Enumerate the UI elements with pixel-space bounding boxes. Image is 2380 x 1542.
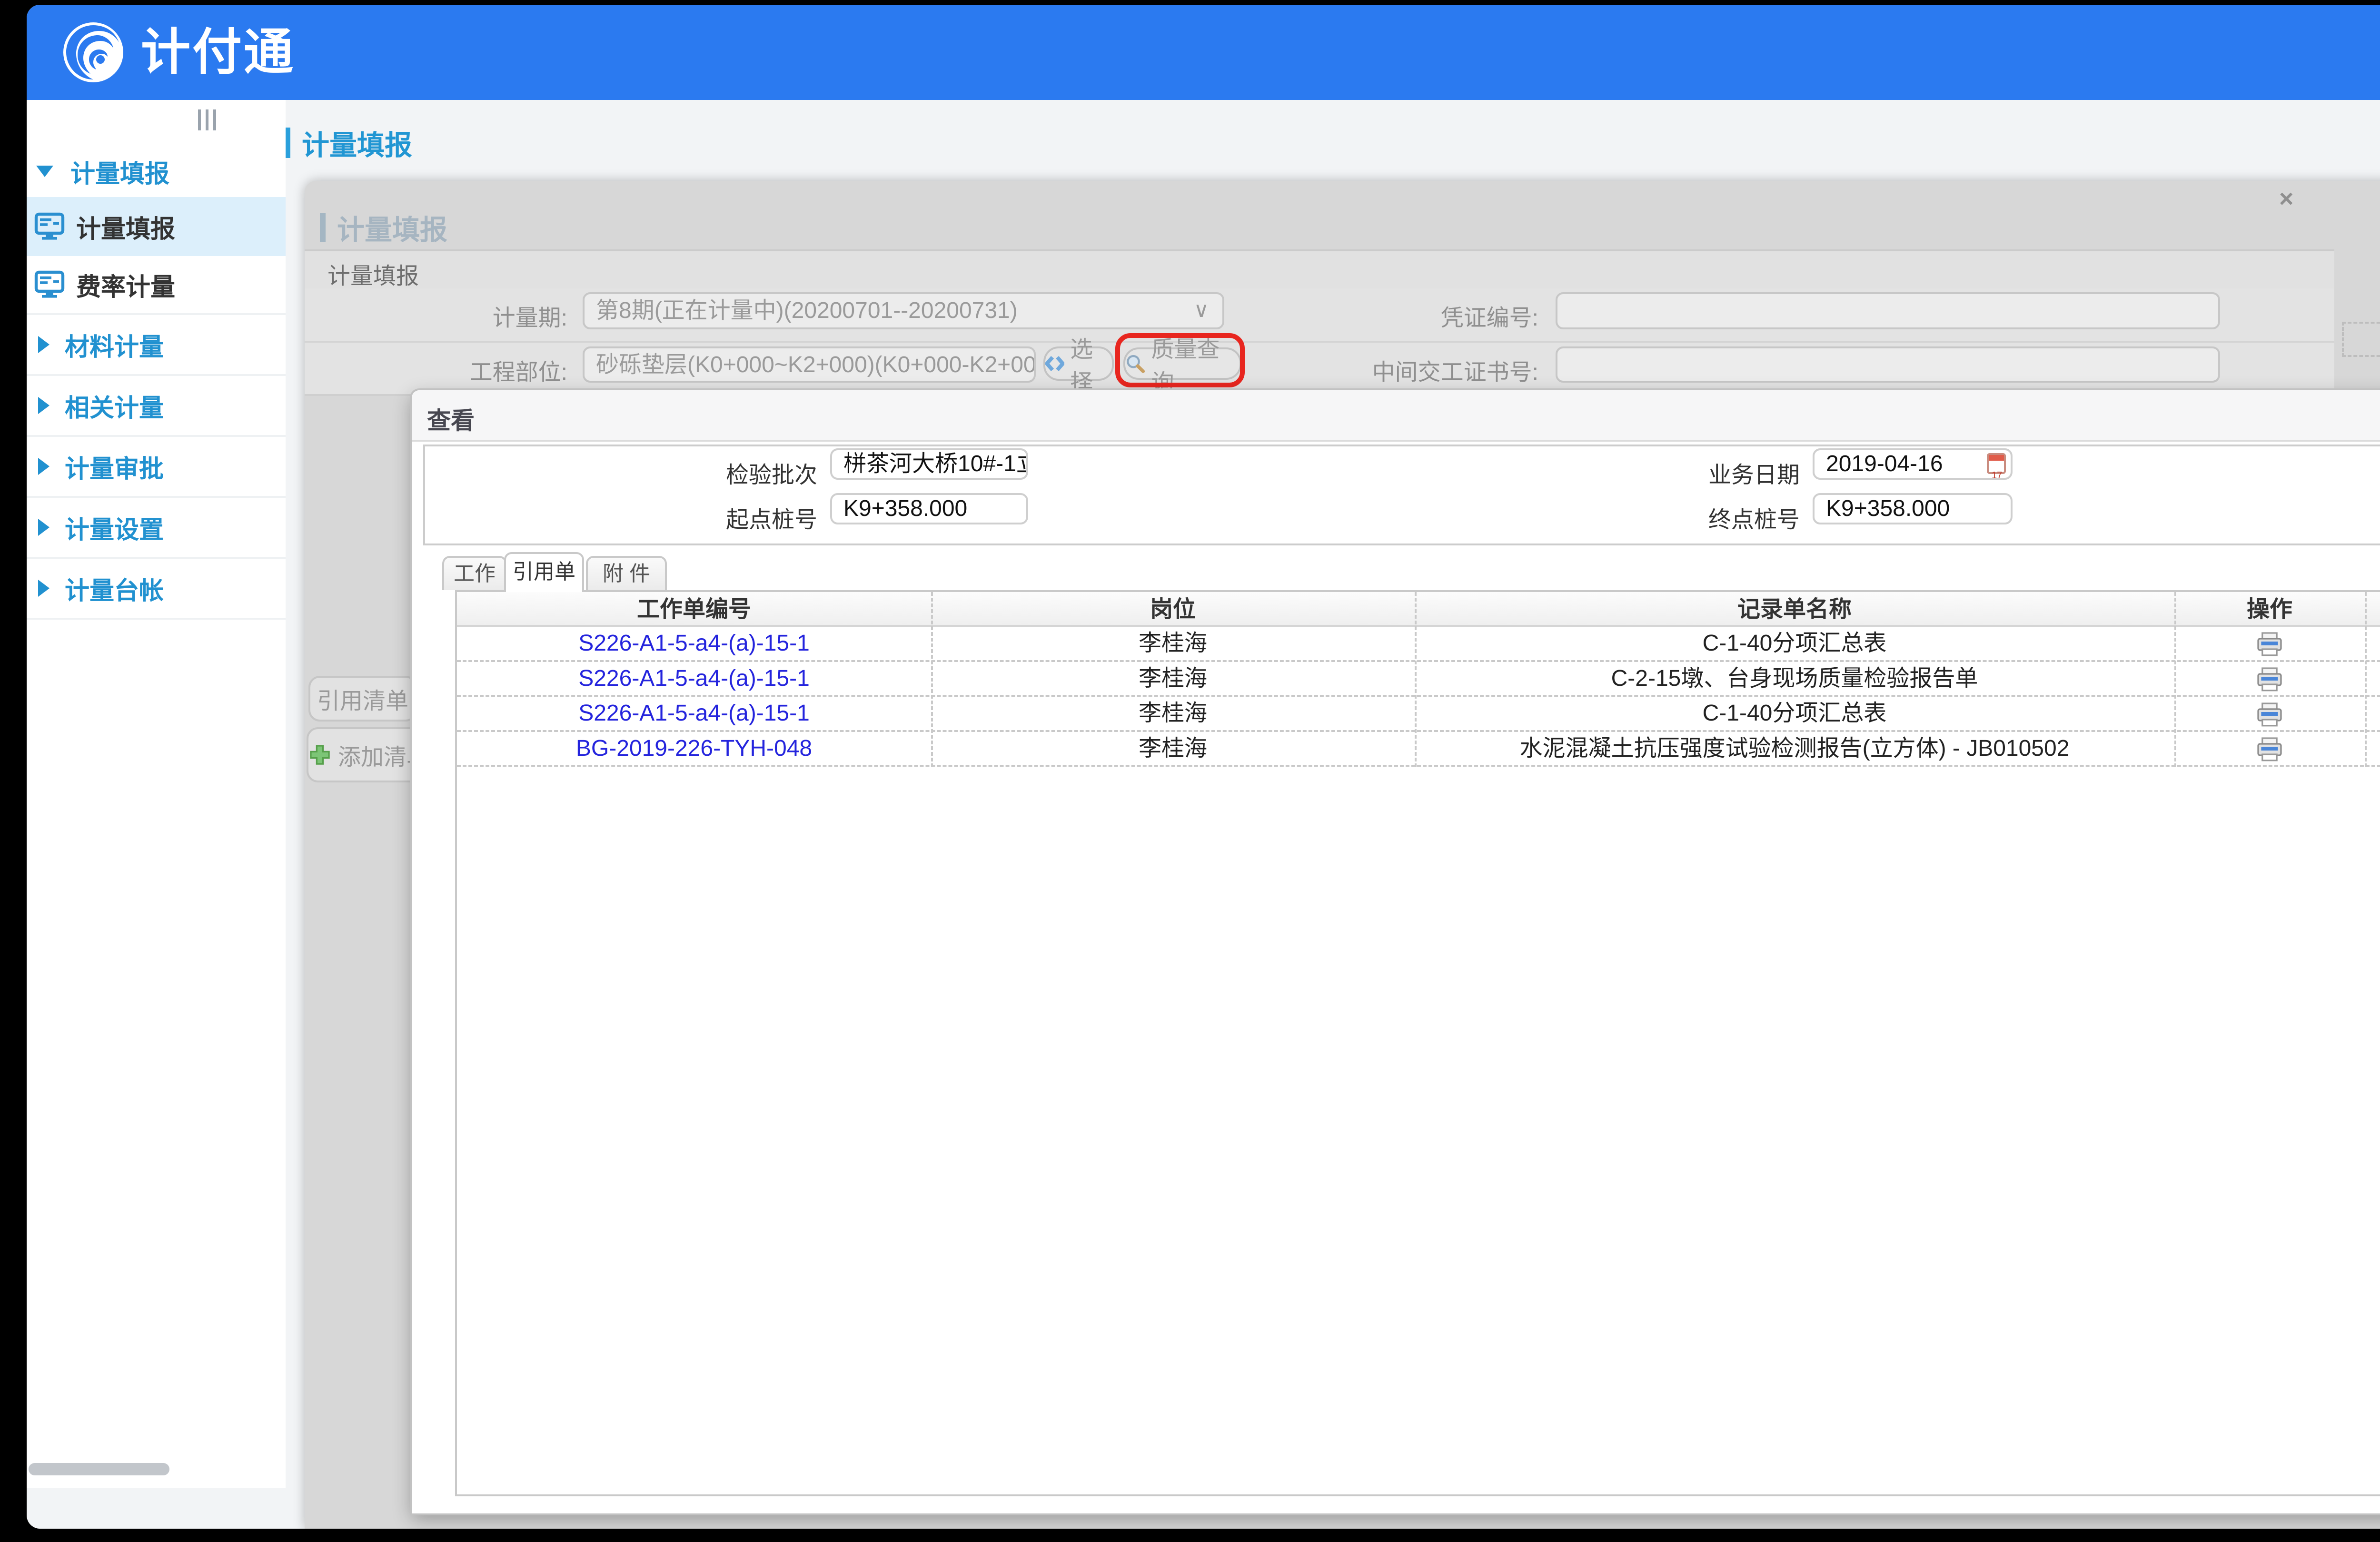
- table-row: S226-A1-5-a4-(a)-15-1 李桂海 C-1-40分项汇总表: [457, 627, 2380, 662]
- cert-label: 中间交工证书号:: [1295, 353, 1538, 386]
- end-stake-input[interactable]: K9+358.000: [1813, 493, 2013, 524]
- sidebar-item-xiangguan-jiliang[interactable]: 相关计量: [27, 376, 286, 437]
- chevron-down-icon: ∨: [1194, 298, 1209, 322]
- brand-logo-icon: [59, 18, 128, 87]
- sidebar-item-feilv-jiliang[interactable]: 费率计量: [27, 256, 286, 315]
- print-cell: [2174, 697, 2365, 732]
- view-dialog: 查看 × 检验批次 栟茶河大桥10#-1立柱 业务日期 2019-04-16 起…: [412, 390, 2380, 1513]
- page-title: 计量填报: [302, 123, 412, 163]
- record-name-cell: 水泥混凝土抗压强度试验检测报告(立方体) - JB010502: [1415, 732, 2174, 767]
- table-header-row: 工作单编号 岗位 记录单名称 操作: [457, 592, 2380, 627]
- work-no-link[interactable]: S226-A1-5-a4-(a)-15-1: [578, 701, 810, 726]
- tab-referenced-sheet[interactable]: 引用单: [504, 552, 584, 592]
- col-header-post: 岗位: [931, 592, 1415, 627]
- work-no-link[interactable]: BG-2019-226-TYH-048: [576, 736, 812, 761]
- batch-label: 检验批次: [635, 456, 817, 489]
- sidebar-item-jiliang-taizhang[interactable]: 计量台帐: [27, 559, 286, 620]
- post-cell: 李桂海: [931, 662, 1415, 697]
- divider: [305, 341, 2334, 343]
- sidebar-item-cailiao-jiliang[interactable]: 材料计量: [27, 315, 286, 376]
- cert-input[interactable]: [1556, 346, 2220, 383]
- voucher-input[interactable]: [1556, 292, 2220, 329]
- annotation-highlight-box: [1115, 333, 1245, 387]
- date-input[interactable]: 2019-04-16: [1813, 448, 2013, 480]
- work-no-link[interactable]: S226-A1-5-a4-(a)-15-1: [578, 666, 810, 691]
- brand-name: 计付通: [141, 5, 295, 100]
- sidebar-item-jiliang-shezhi[interactable]: 计量设置: [27, 498, 286, 559]
- sidebar-collapse-grip[interactable]: [198, 109, 216, 130]
- period-select[interactable]: 第8期(正在计量中)(20200701--20200731) ∨: [583, 292, 1224, 329]
- view-fields-box: 检验批次 栟茶河大桥10#-1立柱 业务日期 2019-04-16 起点桩号 K…: [423, 445, 2380, 545]
- col-header-record-name: 记录单名称: [1415, 592, 2174, 627]
- code-arrows-icon: [1045, 355, 1064, 372]
- tab-worksheet[interactable]: 工作单: [442, 556, 507, 590]
- sidebar-item-jiliang-shenpi[interactable]: 计量审批: [27, 437, 286, 498]
- sidebar-horizontal-scrollbar[interactable]: [29, 1463, 169, 1475]
- chevron-down-icon: [36, 166, 53, 177]
- measure-modal-form: 计量期: 第8期(正在计量中)(20200701--20200731) ∨ 凭证…: [305, 288, 2334, 396]
- col-header-work-no: 工作单编号: [457, 592, 931, 627]
- voucher-label: 凭证编号:: [1333, 299, 1538, 332]
- chevron-right-icon: [38, 336, 50, 353]
- chevron-right-icon: [38, 458, 50, 475]
- work-no-link[interactable]: S226-A1-5-a4-(a)-15-1: [578, 631, 810, 656]
- quote-list-button[interactable]: 引用清单: [308, 676, 417, 722]
- period-label: 计量期:: [392, 299, 567, 332]
- part-label: 工程部位:: [392, 353, 567, 386]
- date-label: 业务日期: [1617, 456, 1800, 489]
- printer-icon[interactable]: [2256, 632, 2283, 657]
- start-stake-input[interactable]: K9+358.000: [830, 493, 1028, 524]
- chevron-right-icon: [38, 397, 50, 414]
- post-cell: 李桂海: [931, 732, 1415, 767]
- title-accent-bar: [320, 213, 326, 242]
- screen: 操作 计付通 通知 管理员: [0, 0, 2380, 1542]
- dimmed-ops-column-header: 操作: [2342, 322, 2380, 357]
- start-stake-label: 起点桩号: [635, 501, 817, 534]
- col-header-ops: 操作: [2174, 592, 2365, 627]
- batch-input[interactable]: 栟茶河大桥10#-1立柱: [830, 448, 1028, 480]
- table-row: S226-A1-5-a4-(a)-15-1 李桂海 C-1-40分项汇总表: [457, 697, 2380, 732]
- sidebar-item-jiliang-tianbao[interactable]: 计量填报: [27, 197, 286, 256]
- record-name-cell: C-1-40分项汇总表: [1415, 627, 2174, 662]
- view-dialog-titlebar: 查看 ×: [412, 390, 2380, 442]
- chevron-right-icon: [38, 580, 50, 597]
- close-icon[interactable]: ×: [2279, 185, 2293, 213]
- post-cell: 李桂海: [931, 697, 1415, 732]
- end-stake-label: 终点桩号: [1617, 501, 1800, 534]
- top-header-bar: 计付通 通知 管理员: [27, 5, 2380, 100]
- sidebar-item-jiliang-tianbao-group[interactable]: 计量填报: [27, 146, 286, 197]
- post-cell: 李桂海: [931, 627, 1415, 662]
- app-window: 操作 计付通 通知 管理员: [27, 5, 2380, 1529]
- page-title-row: 计量填报: [284, 127, 412, 159]
- monitor-icon: [34, 270, 65, 299]
- plus-icon: [309, 744, 330, 765]
- print-cell: [2174, 662, 2365, 697]
- print-cell: [2174, 732, 2365, 767]
- part-input[interactable]: 砂砾垫层(K0+000~K2+000)(K0+000-K2+000),底基层(K…: [583, 346, 1036, 383]
- tab-attachment[interactable]: 附 件: [586, 556, 667, 590]
- monitor-icon: [34, 212, 65, 241]
- table-row: S226-A1-5-a4-(a)-15-1 李桂海 C-2-15墩、台身现场质量…: [457, 662, 2380, 697]
- select-part-button[interactable]: 选择: [1043, 346, 1114, 381]
- record-name-cell: C-1-40分项汇总表: [1415, 697, 2174, 732]
- table-row: BG-2019-226-TYH-048 李桂海 水泥混凝土抗压强度试验检测报告(…: [457, 732, 2380, 767]
- sidebar: 计量填报 计量填报 费率计量 材料计量 相关计量 计量审批 计量设置 计量台帐: [27, 100, 286, 1488]
- chevron-right-icon: [38, 519, 50, 536]
- printer-icon[interactable]: [2256, 667, 2283, 692]
- dialog-title: 查看: [427, 402, 475, 436]
- calendar-icon[interactable]: [1987, 453, 2006, 474]
- record-name-cell: C-2-15墩、台身现场质量检验报告单: [1415, 662, 2174, 697]
- dimmed-page-title: 计量填报: [320, 208, 447, 247]
- measure-modal-titlebar: 计量填报: [305, 249, 2334, 290]
- referenced-sheet-panel: 工作单编号 岗位 记录单名称 操作 S226-A1-5-a4-(a)-15-1 …: [455, 590, 2380, 1496]
- printer-icon[interactable]: [2256, 702, 2283, 727]
- printer-icon[interactable]: [2256, 737, 2283, 762]
- print-cell: [2174, 627, 2365, 662]
